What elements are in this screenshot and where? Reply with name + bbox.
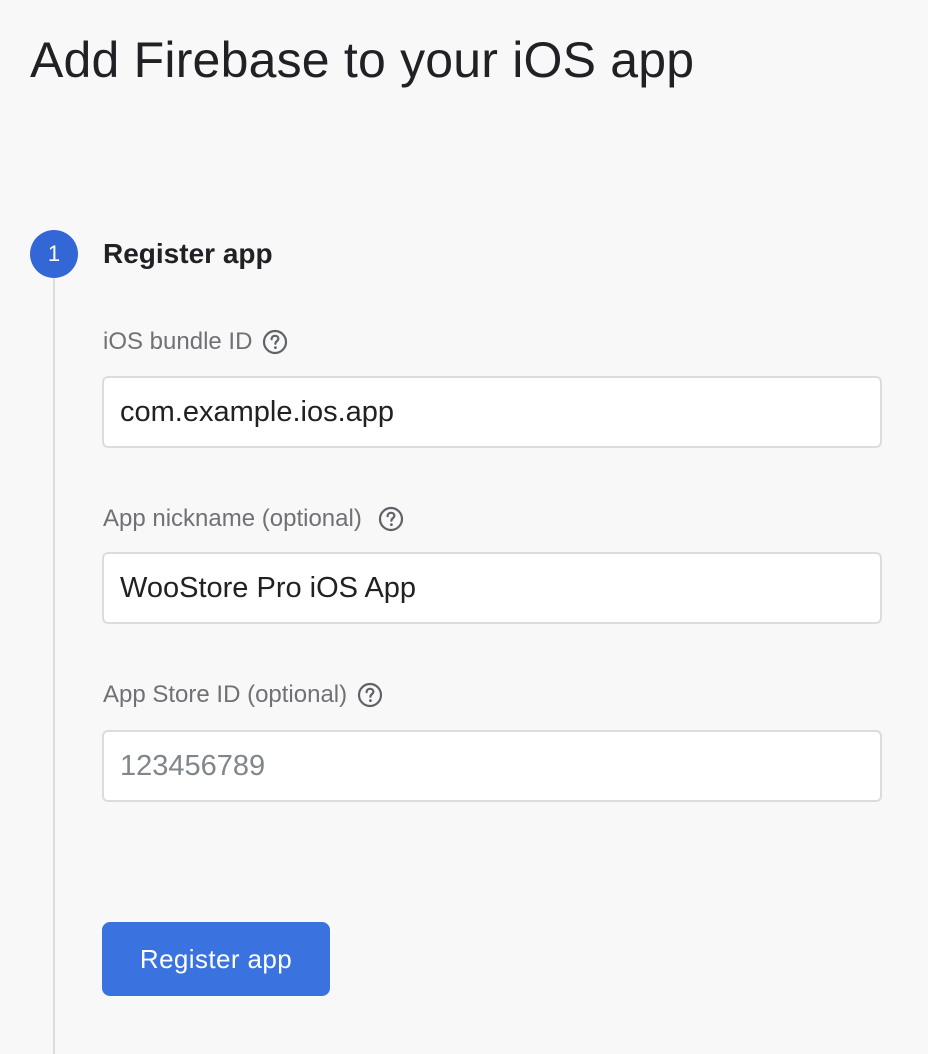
nickname-label-row: App nickname (optional): [103, 503, 404, 535]
help-circle-icon[interactable]: [262, 329, 288, 355]
step-number-badge: 1: [30, 230, 78, 278]
step-connector-line: [53, 278, 55, 1054]
nickname-label: App nickname (optional): [103, 505, 362, 532]
help-circle-icon[interactable]: [357, 682, 383, 708]
app-store-id-label: App Store ID (optional): [103, 681, 348, 708]
page-title: Add Firebase to your iOS app: [30, 32, 695, 88]
bundle-id-input[interactable]: [102, 376, 882, 448]
app-store-id-input[interactable]: [102, 730, 882, 802]
register-app-button[interactable]: Register app: [102, 922, 330, 996]
step-title: Register app: [103, 238, 273, 269]
nickname-input[interactable]: [102, 552, 882, 624]
bundle-id-label-row: iOS bundle ID: [103, 326, 288, 358]
app-store-id-label-row: App Store ID (optional): [103, 679, 383, 711]
help-circle-icon[interactable]: [378, 506, 404, 532]
bundle-id-label: iOS bundle ID: [103, 328, 253, 355]
